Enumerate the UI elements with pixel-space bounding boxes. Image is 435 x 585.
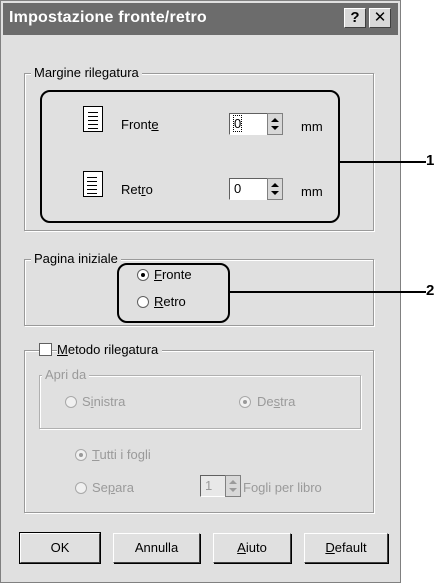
spin-down-icon xyxy=(271,126,279,130)
binding-method-accel: M xyxy=(57,342,68,357)
sheets-per-book-label: Fogli per libro xyxy=(243,480,322,495)
title-bar[interactable]: Impostazione fronte/retro ? ✕ xyxy=(3,3,398,35)
window-title: Impostazione fronte/retro xyxy=(9,9,207,26)
start-page-legend: Pagina iniziale xyxy=(31,251,121,266)
start-back-radio[interactable] xyxy=(137,296,149,308)
ok-button[interactable]: OK xyxy=(19,532,101,564)
help-label: iuto xyxy=(245,540,267,555)
front-margin-icon xyxy=(83,106,103,132)
front-margin-label: Fronte xyxy=(121,117,159,132)
spin-up-icon xyxy=(271,183,279,187)
default-accel: D xyxy=(325,540,335,555)
open-left-label[interactable]: Sinistra xyxy=(82,394,125,409)
binding-method-checkbox[interactable] xyxy=(39,343,52,356)
back-margin-value: 0 xyxy=(234,181,242,196)
separate-label[interactable]: Separa xyxy=(92,480,134,495)
spin-up-icon xyxy=(229,480,237,484)
start-back-text: etro xyxy=(163,294,186,309)
callout-line-2 xyxy=(228,291,426,293)
all-sheets-text: utti i fogli xyxy=(99,447,151,462)
open-left-radio[interactable] xyxy=(65,396,77,408)
callout-label-1: 1 xyxy=(426,152,435,169)
help-button[interactable]: ? xyxy=(344,8,366,28)
default-button[interactable]: Default xyxy=(304,533,388,563)
cancel-button[interactable]: Annulla xyxy=(113,533,200,563)
open-left-text-pre: S xyxy=(82,394,91,409)
start-front-accel: F xyxy=(154,267,162,282)
close-button[interactable]: ✕ xyxy=(369,8,391,28)
start-front-text: ronte xyxy=(161,267,192,282)
front-margin-label-text: Front xyxy=(121,117,152,132)
open-right-radio[interactable] xyxy=(239,396,251,408)
sheets-per-book-input[interactable]: 1 xyxy=(200,475,228,497)
spin-down-icon xyxy=(271,191,279,195)
back-margin-unit: mm xyxy=(301,184,323,199)
back-margin-input[interactable]: 0 xyxy=(229,178,271,200)
binding-method-text: etodo rilegatura xyxy=(67,342,159,357)
spin-up-icon xyxy=(271,118,279,122)
front-margin-unit: mm xyxy=(301,119,323,134)
all-sheets-radio[interactable] xyxy=(75,449,87,461)
callout-label-2: 2 xyxy=(426,282,435,299)
start-back-label[interactable]: Retro xyxy=(154,294,186,309)
back-margin-spinner[interactable] xyxy=(267,178,283,200)
separate-text-pre: Se xyxy=(92,480,108,495)
spin-down-icon xyxy=(229,488,237,492)
front-margin-label-accel: e xyxy=(151,117,159,132)
help-accel: A xyxy=(237,540,246,555)
ok-label: OK xyxy=(50,540,70,555)
default-label: efault xyxy=(334,540,367,555)
open-left-text: nistra xyxy=(93,394,126,409)
start-front-label[interactable]: Fronte xyxy=(154,267,192,282)
start-front-radio[interactable] xyxy=(137,269,149,281)
front-margin-value: 0 xyxy=(232,115,243,132)
back-margin-label-text: Ret xyxy=(121,182,142,197)
sheets-per-book-spinner[interactable] xyxy=(225,475,241,497)
front-margin-input[interactable]: 0 xyxy=(229,113,271,135)
binding-method-label[interactable]: Metodo rilegatura xyxy=(57,342,163,357)
help-dialog-button[interactable]: Aiuto xyxy=(213,533,291,563)
back-margin-icon xyxy=(83,171,103,197)
cancel-label: Annulla xyxy=(134,540,179,555)
separate-text: ara xyxy=(115,480,134,495)
open-from-legend: Apri da xyxy=(42,367,90,382)
back-margin-label-end: o xyxy=(145,182,153,197)
open-right-text: tra xyxy=(280,394,296,409)
front-margin-spinner[interactable] xyxy=(267,113,283,135)
binding-margin-legend: Margine rilegatura xyxy=(31,65,142,80)
start-back-accel: R xyxy=(154,294,164,309)
close-icon: ✕ xyxy=(373,9,387,26)
callout-line-1 xyxy=(338,161,426,163)
help-icon: ? xyxy=(350,9,360,26)
sheets-per-book-value: 1 xyxy=(205,478,213,493)
open-right-label[interactable]: Destra xyxy=(257,394,295,409)
open-right-text-pre: De xyxy=(257,394,274,409)
back-margin-label: Retro xyxy=(121,182,153,197)
all-sheets-label[interactable]: Tutti i fogli xyxy=(92,447,151,462)
separate-radio[interactable] xyxy=(75,482,87,494)
